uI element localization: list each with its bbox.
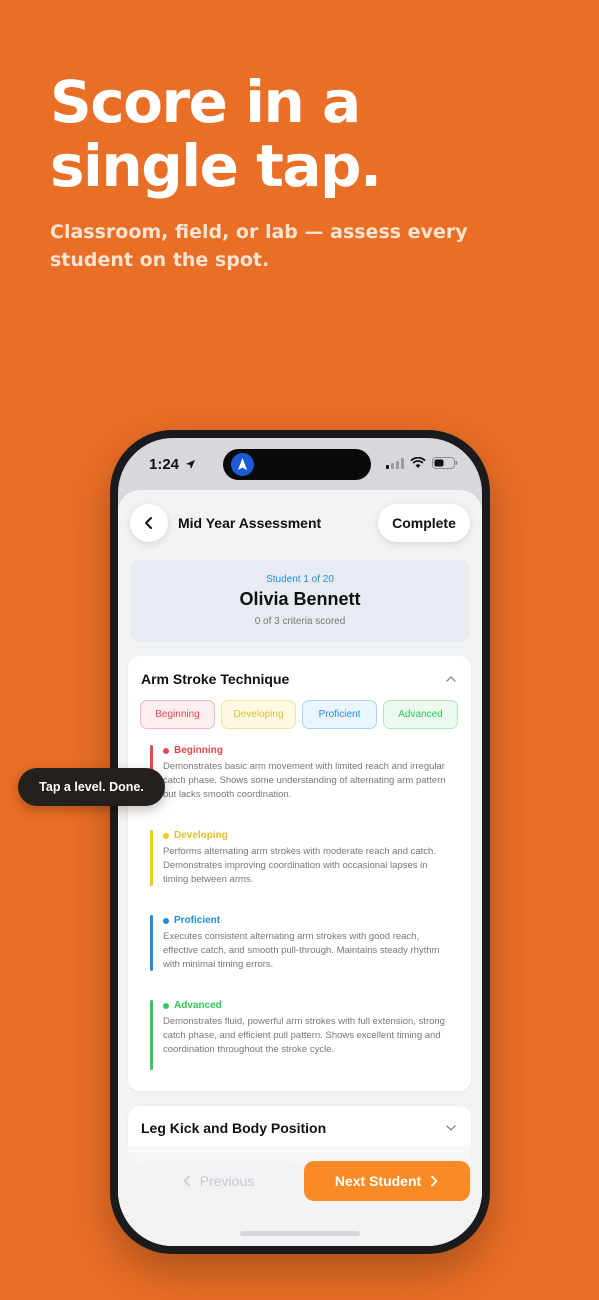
criterion-title[interactable]: Arm Stroke Technique xyxy=(141,671,289,687)
chevron-left-icon xyxy=(145,517,152,529)
level-option-beginning[interactable]: Beginning Demonstrates basic arm movemen… xyxy=(150,745,450,805)
phone-frame: 1:24 Mid Year Assessment Complete Studen… xyxy=(110,430,490,1254)
navigation-arrow-icon xyxy=(231,453,254,476)
level-chips: Beginning Developing Proficient Advanced xyxy=(140,700,458,729)
student-counter: Student 1 of 20 xyxy=(266,574,334,585)
criterion-card-arm-stroke: Arm Stroke Technique Beginning Developin… xyxy=(128,656,471,1091)
level-name: Beginning xyxy=(174,745,223,756)
criteria-scored-count: 0 of 3 criteria scored xyxy=(254,616,346,627)
status-time-text: 1:24 xyxy=(149,456,180,473)
back-button[interactable] xyxy=(130,504,168,542)
level-name: Developing xyxy=(174,830,228,841)
headline-line-2: single tap. xyxy=(50,132,382,200)
previous-label: Previous xyxy=(199,1173,255,1189)
level-dot xyxy=(163,832,169,839)
battery-icon xyxy=(432,457,458,469)
level-header: Beginning xyxy=(163,745,223,756)
level-option-advanced[interactable]: Advanced Demonstrates fluid, powerful ar… xyxy=(150,1000,450,1072)
level-bar xyxy=(150,915,153,971)
student-card: Student 1 of 20 Olivia Bennett 0 of 3 cr… xyxy=(130,560,470,642)
next-student-button[interactable]: Next Student xyxy=(304,1161,470,1201)
chevron-up-icon[interactable] xyxy=(445,673,457,685)
chip-proficient[interactable]: Proficient xyxy=(302,700,377,729)
location-arrow-icon xyxy=(186,459,196,470)
level-description: Executes consistent alternating arm stro… xyxy=(163,931,440,970)
level-header: Advanced xyxy=(163,1000,222,1011)
wifi-icon xyxy=(410,457,426,468)
status-icons xyxy=(386,457,458,469)
chevron-right-icon xyxy=(431,1175,438,1187)
chip-developing[interactable]: Developing xyxy=(221,700,296,729)
criterion-title: Leg Kick and Body Position xyxy=(141,1120,327,1136)
signal-icon xyxy=(386,457,404,469)
level-dot xyxy=(163,917,169,924)
dynamic-island xyxy=(223,449,371,480)
level-header: Developing xyxy=(163,830,228,841)
level-option-proficient[interactable]: Proficient Executes consistent alternati… xyxy=(150,915,450,975)
chevron-left-icon xyxy=(183,1175,190,1187)
home-indicator xyxy=(240,1231,360,1236)
phone-screen: 1:24 Mid Year Assessment Complete Studen… xyxy=(118,438,482,1246)
marketing-subtitle: Classroom, field, or lab — assess every … xyxy=(50,221,468,271)
previous-button[interactable]: Previous xyxy=(140,1161,296,1201)
chevron-down-icon[interactable] xyxy=(445,1122,457,1134)
marketing-headline: Score in a single tap. xyxy=(50,68,382,200)
level-description: Demonstrates fluid, powerful arm strokes… xyxy=(163,1016,445,1055)
status-bar: 1:24 xyxy=(118,438,482,496)
level-name: Advanced xyxy=(174,1000,222,1011)
level-description: Performs alternating arm strokes with mo… xyxy=(163,846,436,885)
student-name: Olivia Bennett xyxy=(239,589,361,609)
callout-tooltip: Tap a level. Done. xyxy=(18,768,165,806)
complete-button[interactable]: Complete xyxy=(378,504,470,542)
level-bar xyxy=(150,830,153,886)
page-title: Mid Year Assessment xyxy=(178,515,322,531)
next-label: Next Student xyxy=(334,1173,422,1189)
level-name: Proficient xyxy=(174,915,221,926)
level-option-developing[interactable]: Developing Performs alternating arm stro… xyxy=(150,830,450,890)
level-description: Demonstrates basic arm movement with lim… xyxy=(163,761,446,800)
assessment-screen: Mid Year Assessment Complete Student 1 o… xyxy=(118,490,482,1246)
headline-line-1: Score in a xyxy=(50,68,361,136)
level-header: Proficient xyxy=(163,915,220,926)
chip-beginning[interactable]: Beginning xyxy=(140,700,215,729)
level-bar xyxy=(150,1000,153,1070)
status-time: 1:24 xyxy=(149,456,196,473)
level-dot xyxy=(163,1002,169,1009)
level-dot xyxy=(163,747,169,754)
chip-advanced[interactable]: Advanced xyxy=(383,700,458,729)
